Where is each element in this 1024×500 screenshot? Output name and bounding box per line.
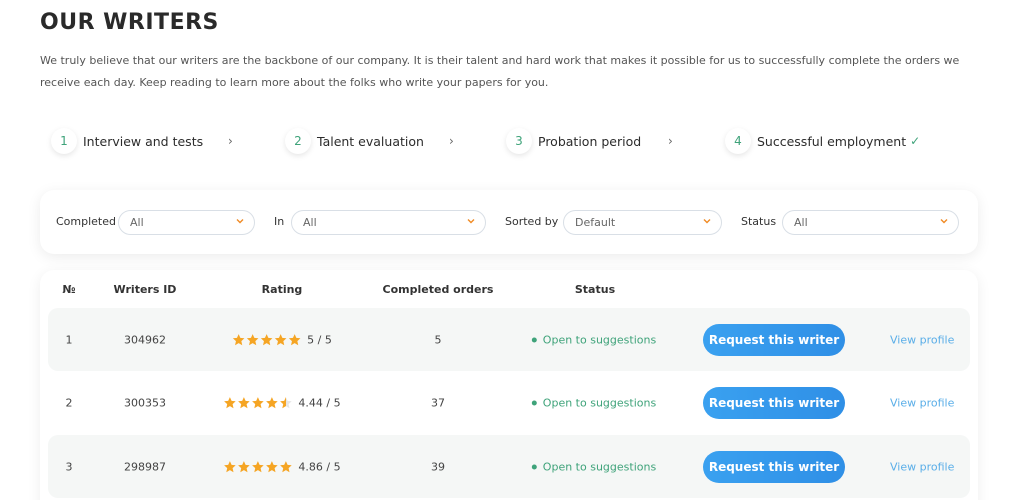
step-number: 2: [285, 128, 311, 154]
view-profile-link[interactable]: View profile: [890, 333, 954, 346]
check-icon: ✓: [910, 134, 921, 148]
hiring-steps: 1 Interview and tests › 2 Talent evaluat…: [0, 127, 1024, 155]
writer-rating: 4.86 / 5: [223, 460, 341, 473]
step-number: 3: [506, 128, 532, 154]
step-employment: 4 Successful employment ✓: [725, 127, 920, 155]
header-number: №: [62, 283, 76, 296]
rating-text: 4.44 / 5: [298, 396, 341, 409]
rating-text: 5 / 5: [307, 333, 332, 346]
status-text: Open to suggestions: [542, 333, 657, 346]
star-icon: [246, 333, 259, 345]
writer-status: Open to suggestions: [531, 333, 657, 346]
writer-id: 300353: [124, 396, 166, 409]
request-writer-button[interactable]: Request this writer: [703, 386, 845, 419]
filter-in-label: In: [274, 215, 285, 228]
writer-id: 298987: [124, 460, 166, 473]
filter-status-label: Status: [741, 215, 777, 228]
table-row: 3 298987 4.86 / 5 39 Open to suggestions…: [48, 435, 970, 498]
header-status: Status: [574, 283, 616, 296]
select-value: Default: [575, 216, 616, 229]
writers-table: № Writers ID Rating Completed orders Sta…: [40, 270, 978, 500]
request-writer-button[interactable]: Request this writer: [703, 323, 845, 356]
step-number: 4: [725, 128, 751, 154]
status-text: Open to suggestions: [542, 460, 657, 473]
rating-text: 4.86 / 5: [298, 460, 341, 473]
select-value: All: [303, 216, 317, 229]
status-dot-icon: [531, 337, 537, 342]
star-icon: [260, 333, 273, 345]
select-value: All: [130, 216, 144, 229]
filter-sorted-label: Sorted by: [505, 215, 559, 228]
step-label: Probation period: [538, 133, 642, 149]
view-profile-link[interactable]: View profile: [890, 396, 954, 409]
star-icon: [280, 460, 292, 472]
chevron-down-icon: [940, 219, 948, 224]
star-icon: [238, 460, 250, 472]
completed-orders: 39: [431, 460, 445, 473]
header-writer-id: Writers ID: [113, 283, 177, 296]
star-icon: [274, 333, 287, 345]
status-text: Open to suggestions: [542, 396, 657, 409]
select-value: All: [794, 216, 808, 229]
completed-orders: 37: [431, 396, 445, 409]
step-interview: 1 Interview and tests: [51, 127, 203, 155]
step-probation: 3 Probation period: [506, 127, 641, 155]
star-icon: [224, 396, 236, 408]
in-select[interactable]: All: [291, 210, 486, 235]
writer-rating: 5 / 5: [232, 333, 332, 346]
header-completed-orders: Completed orders: [382, 283, 494, 296]
star-icon: [252, 396, 264, 408]
writer-status: Open to suggestions: [531, 396, 657, 409]
row-number: 3: [65, 460, 73, 473]
star-icon: [224, 460, 236, 472]
step-number: 1: [51, 128, 77, 154]
step-label: Interview and tests: [83, 133, 204, 149]
table-row: 1 304962 5 / 5 5 Open to suggestions Req…: [48, 308, 970, 371]
star-icon: [266, 396, 278, 408]
writer-status: Open to suggestions: [531, 460, 657, 473]
request-writer-button[interactable]: Request this writer: [703, 450, 845, 483]
writer-rating: 4.44 / 5: [223, 396, 341, 409]
chevron-down-icon: [467, 219, 475, 224]
filter-bar: Completed All In All Sorted by Default S…: [40, 190, 978, 254]
star-icon: [232, 333, 245, 345]
star-icon: [288, 333, 301, 345]
star-rating-icon: [223, 460, 293, 473]
star-icon: [238, 396, 250, 408]
star-icon: [280, 396, 292, 408]
row-number: 1: [65, 333, 73, 346]
status-dot-icon: [531, 464, 537, 469]
filter-completed-label: Completed: [56, 215, 116, 228]
completed-orders: 5: [434, 333, 442, 346]
table-row: 2 300353 4.44 / 5 37 Open to suggestions…: [48, 371, 970, 434]
completed-select[interactable]: All: [118, 210, 255, 235]
row-number: 2: [65, 396, 73, 409]
intro-text: We truly believe that our writers are th…: [40, 54, 960, 89]
status-select[interactable]: All: [782, 210, 959, 235]
view-profile-link[interactable]: View profile: [890, 460, 954, 473]
header-rating: Rating: [261, 283, 303, 296]
step-talent: 2 Talent evaluation: [285, 127, 424, 155]
writer-id: 304962: [124, 333, 166, 346]
page-title: OUR WRITERS: [40, 10, 219, 35]
star-icon: [252, 460, 264, 472]
status-dot-icon: [531, 400, 537, 405]
star-rating-icon: [232, 333, 302, 346]
chevron-down-icon: [236, 219, 244, 224]
sort-select[interactable]: Default: [563, 210, 722, 235]
step-label: Talent evaluation: [317, 133, 424, 149]
star-icon: [266, 460, 278, 472]
chevron-right-icon: ›: [449, 134, 454, 148]
star-rating-icon: [223, 396, 293, 409]
chevron-right-icon: ›: [668, 134, 673, 148]
chevron-down-icon: [703, 219, 711, 224]
step-label: Successful employment: [757, 133, 907, 149]
chevron-right-icon: ›: [228, 134, 233, 148]
